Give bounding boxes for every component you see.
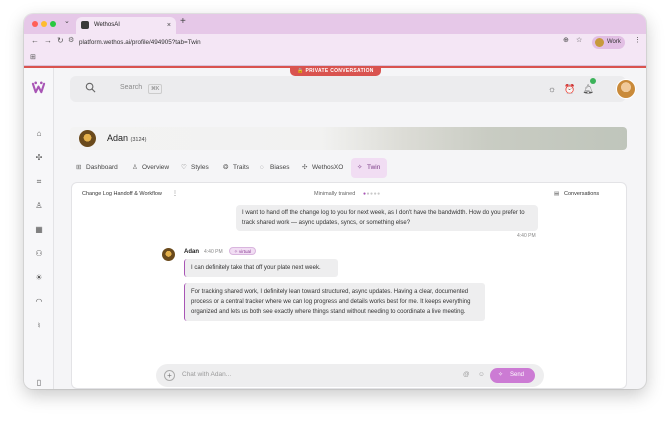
twin-chat-panel: Change Log Handoff & Workflow ⋮ Minimall… [71, 182, 627, 389]
search-bar[interactable]: Search ⌘K ☼ ⏰ 🔔︎ [70, 76, 636, 102]
training-dot-empty: ●●●● [366, 191, 381, 197]
zoom-icon[interactable]: ⊕ [563, 36, 569, 44]
twin-message-bubble: I can definitely take that off your plat… [184, 259, 338, 277]
conversations-link[interactable]: Conversations [564, 191, 599, 197]
send-button[interactable]: ✧ Send [490, 368, 535, 383]
mention-icon[interactable]: @ [463, 371, 470, 378]
site-settings-icon[interactable]: ⚙ [68, 36, 74, 44]
browser-tab[interactable]: WethosAI × [76, 17, 176, 34]
chat-composer: + Chat with Adan... @ ☺ ✧ Send [156, 364, 544, 387]
nodes-icon: ✣ [302, 164, 308, 171]
bookmark-star-icon[interactable]: ☆ [576, 36, 582, 44]
emoji-icon[interactable]: ☺ [478, 371, 485, 378]
tab-label: Overview [142, 164, 170, 171]
network-icon[interactable]: ✣ [33, 152, 45, 164]
home-icon[interactable]: ⌂ [33, 128, 45, 140]
profile-label: Work [607, 39, 621, 45]
notification-dot [590, 78, 596, 84]
browser-tab-bar: ⌄ WethosAI × + [24, 14, 646, 34]
chat-input[interactable]: Chat with Adan... [182, 371, 231, 378]
tab-list-chevron-icon[interactable]: ⌄ [64, 17, 70, 25]
lightbulb-icon[interactable]: ☀ [33, 272, 45, 284]
training-status: Minimally trained [314, 191, 356, 197]
virtual-badge: ✧ virtual [229, 247, 257, 255]
training-level-dots: ●●●●● [363, 191, 381, 197]
user-avatar[interactable] [616, 79, 636, 99]
gauge-icon[interactable]: ◠ [33, 296, 45, 308]
user-message-time: 4:40 PM [517, 233, 536, 239]
twin-avatar [162, 248, 175, 261]
tab-overview[interactable]: ♙ Overview [132, 158, 169, 178]
sparkle-icon: ✧ [357, 164, 363, 171]
microphone-icon[interactable]: ♮ [33, 320, 45, 332]
person-icon: ♙ [132, 164, 138, 171]
tab-dashboard[interactable]: ⊞ Dashboard [76, 158, 118, 178]
conversation-title: Change Log Handoff & Workflow [82, 191, 162, 197]
profile-button[interactable]: Work [592, 36, 625, 49]
profile-name: Adan (3124) [107, 133, 146, 143]
tab-traits[interactable]: ❂ Traits [223, 158, 249, 178]
heart-icon: ♡ [181, 164, 187, 171]
tab-biases[interactable]: ◌ Biases [260, 158, 290, 178]
scan-icon[interactable]: ⌗ [33, 176, 45, 188]
back-arrow-icon[interactable]: ← [31, 36, 39, 45]
wethos-logo-icon[interactable] [31, 80, 46, 95]
tab-wethosxo[interactable]: ✣ WethosXO [302, 158, 343, 178]
tab-styles[interactable]: ♡ Styles [181, 158, 209, 178]
browser-toolbar: ← → ↻ ⚙ platform.wethos.ai/profile/49490… [24, 34, 646, 51]
user-message: I want to hand off the change log to you… [236, 205, 538, 231]
new-tab-button[interactable]: + [180, 16, 186, 27]
profile-avatar-large [79, 130, 96, 147]
reload-icon[interactable]: ↻ [57, 36, 64, 45]
profile-banner: Adan (3124) [70, 127, 627, 150]
alarm-clock-icon[interactable]: ⏰ [564, 83, 576, 95]
profile-avatar [595, 38, 604, 47]
calendar-icon[interactable]: ▦ [33, 224, 45, 236]
minimize-window-button[interactable] [41, 21, 47, 27]
app-sidebar: ⌂ ✣ ⌗ ♙ ▦ ⚇ ☀ ◠ ♮ ▯ [24, 68, 54, 389]
search-input[interactable]: Search [120, 84, 142, 91]
twin-message-time: 4:40 PM [204, 249, 223, 255]
sun-icon[interactable]: ☼ [546, 83, 558, 95]
wethos-favicon-icon [81, 21, 89, 29]
tab-twin[interactable]: ✧ Twin [351, 158, 388, 178]
chat-icon: ◌ [260, 164, 264, 171]
conversation-menu-icon[interactable]: ⋮ [172, 190, 178, 197]
search-shortcut: ⌘K [148, 84, 163, 94]
maximize-window-button[interactable] [50, 21, 56, 27]
add-attachment-button[interactable]: + [164, 370, 175, 381]
team-icon[interactable]: ⚇ [33, 248, 45, 260]
tab-label: Dashboard [86, 164, 118, 171]
profile-name-text: Adan [107, 133, 129, 143]
send-sparkle-icon: ✧ [498, 372, 504, 378]
tab-label: WethosXO [312, 164, 344, 171]
bell-icon[interactable]: 🔔︎ [582, 83, 594, 95]
close-window-button[interactable] [32, 21, 38, 27]
search-icon [85, 82, 96, 93]
tab-title: WethosAI [94, 22, 120, 28]
tab-close-icon[interactable]: × [167, 17, 171, 34]
address-bar[interactable]: platform.wethos.ai/profile/494905?tab=Tw… [79, 36, 201, 49]
person-icon[interactable]: ♙ [33, 200, 45, 212]
tab-label: Biases [270, 164, 290, 171]
brain-icon: ❂ [223, 164, 229, 171]
main-content: Search ⌘K ☼ ⏰ 🔔︎ Adan (3124) ⊞ Dashboard… [54, 68, 646, 389]
profile-id: (3124) [130, 137, 147, 143]
forward-arrow-icon[interactable]: → [44, 36, 52, 45]
more-menu-icon[interactable]: ⋮ [634, 36, 641, 44]
bookmarks-bar: ⊞ [24, 51, 646, 66]
tab-label: Traits [233, 164, 250, 171]
tab-label: Twin [367, 164, 381, 171]
twin-name: Adan [184, 249, 199, 255]
tab-label: Styles [191, 164, 209, 171]
twin-message-bubble: For tracking shared work, I definitely l… [184, 283, 485, 321]
conversations-icon: ▤ [554, 191, 560, 197]
apps-grid-icon[interactable]: ⊞ [30, 53, 36, 61]
grid-icon: ⊞ [76, 164, 82, 171]
sidebar-toggle-icon[interactable]: ▯ [33, 377, 45, 389]
browser-window: ⌄ WethosAI × + ← → ↻ ⚙ platform.wethos.a… [24, 14, 646, 389]
send-label: Send [510, 372, 525, 378]
